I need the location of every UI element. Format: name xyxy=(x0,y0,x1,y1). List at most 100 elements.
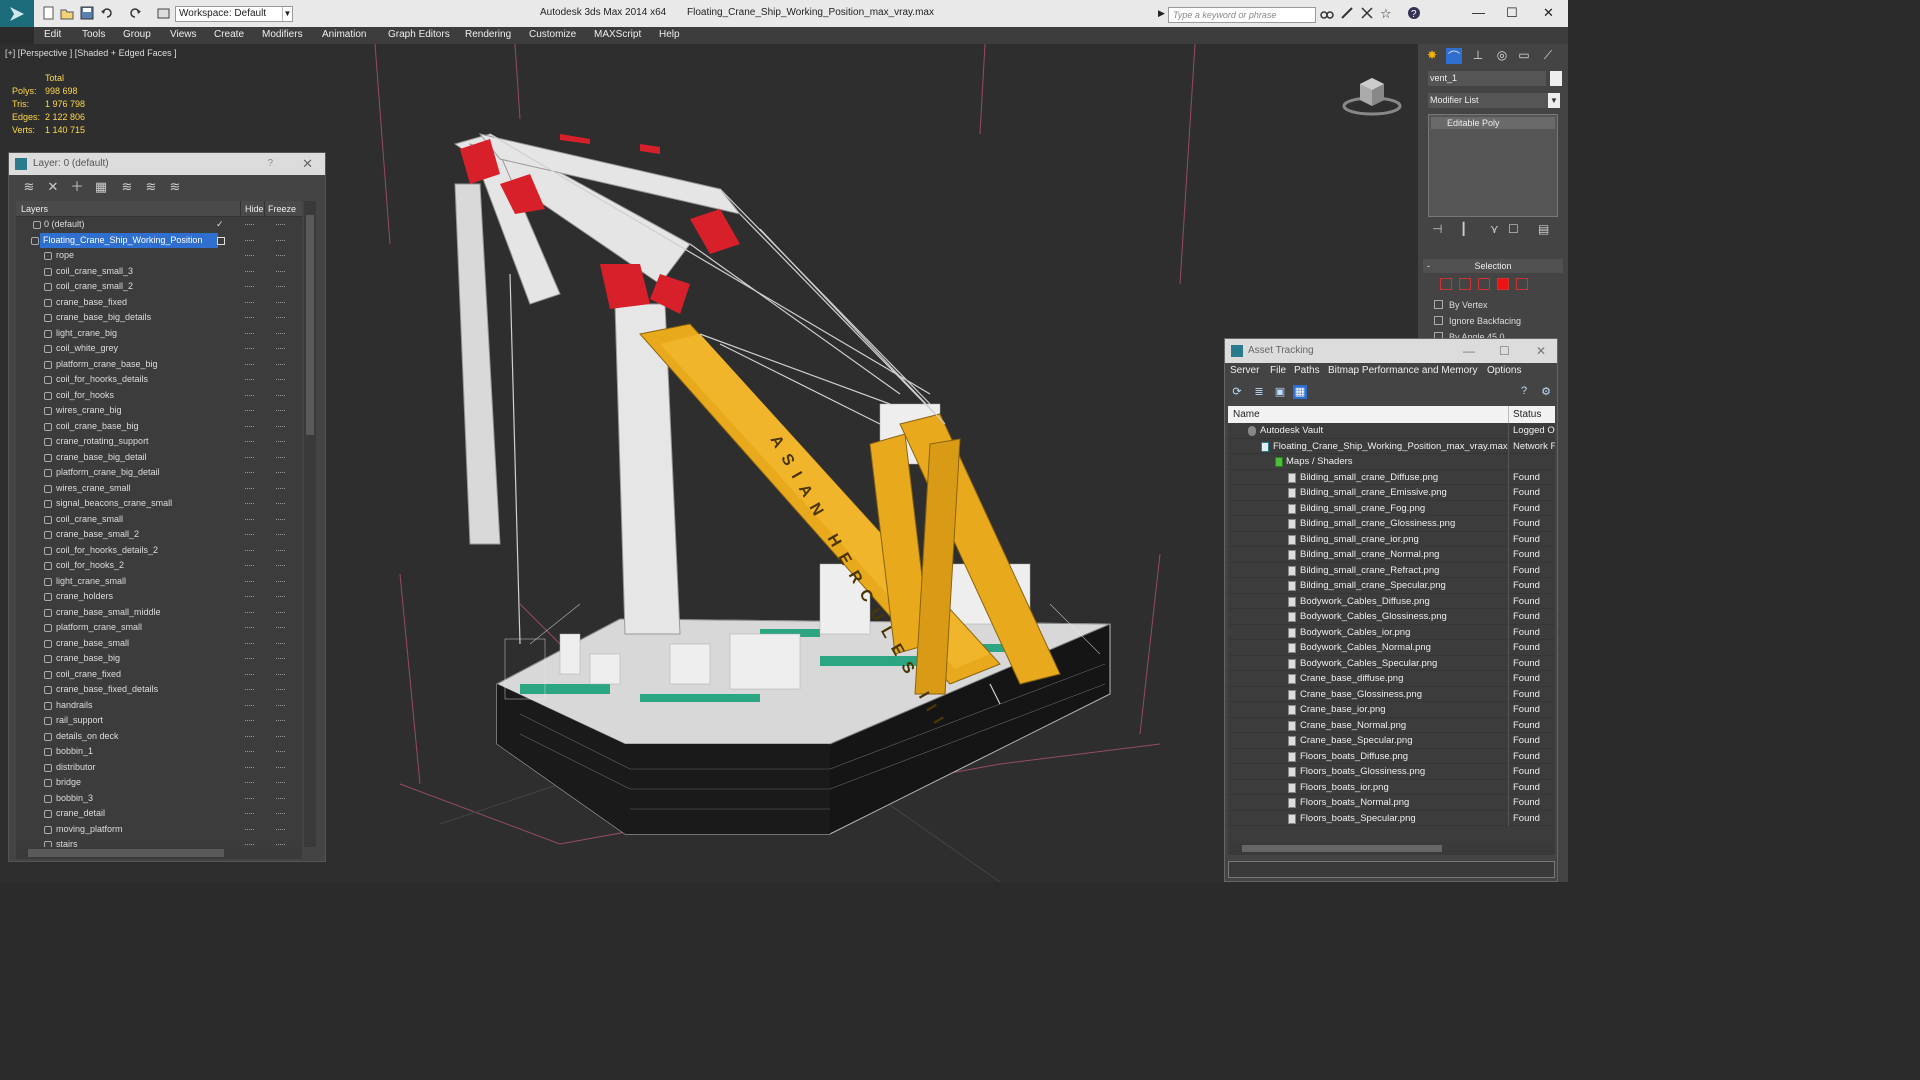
hide-toggle[interactable] xyxy=(245,782,254,783)
menu-create[interactable]: Create xyxy=(214,29,244,40)
layer-object-row[interactable]: details_on deck xyxy=(16,729,302,745)
object-color-swatch[interactable] xyxy=(1550,71,1562,86)
layer-object-row[interactable]: rail_support xyxy=(16,713,302,729)
modifier-list-dropdown[interactable]: Modifier List ▼ xyxy=(1428,93,1560,108)
hide-toggle[interactable] xyxy=(245,735,254,737)
freeze-toggle[interactable] xyxy=(276,689,285,690)
add-to-layer-icon[interactable]: ＋ xyxy=(69,179,85,195)
hide-toggle[interactable] xyxy=(245,379,254,380)
col-layers[interactable]: Layers xyxy=(21,201,48,217)
hide-toggle[interactable] xyxy=(245,627,254,628)
freeze-toggle[interactable] xyxy=(276,363,285,365)
element-icon[interactable] xyxy=(1516,278,1528,290)
layer-row-selected[interactable]: Floating_Crane_Ship_Working_Position xyxy=(16,232,302,249)
layer-object-row[interactable]: coil_for_hoorks_details_2 xyxy=(16,543,302,559)
freeze-toggle[interactable] xyxy=(276,565,285,566)
border-icon[interactable] xyxy=(1478,278,1490,290)
layer-object-row[interactable]: wires_crane_small xyxy=(16,481,302,497)
asset-row-map[interactable]: Bilding_small_crane_Glossiness.png Found xyxy=(1228,516,1555,532)
asset-row-map[interactable]: Bilding_small_crane_Specular.png Found xyxy=(1228,578,1555,594)
hide-toggle[interactable] xyxy=(245,348,254,349)
freeze-toggle[interactable] xyxy=(276,627,285,628)
layer-object-row[interactable]: crane_detail xyxy=(16,806,302,822)
ignore-backfacing-checkbox[interactable]: Ignore Backfacing xyxy=(1434,316,1521,326)
hide-toggle[interactable] xyxy=(245,472,254,473)
list-view-icon[interactable]: ≣ xyxy=(1252,385,1266,399)
remove-modifier-icon[interactable]: ☐ xyxy=(1508,222,1519,236)
menu-maxscript[interactable]: MAXScript xyxy=(594,29,641,40)
freeze-toggle[interactable] xyxy=(276,441,285,442)
communication-center-icon[interactable] xyxy=(1360,6,1374,20)
open-file-icon[interactable] xyxy=(60,6,74,20)
menu-rendering[interactable]: Rendering xyxy=(465,29,511,40)
layer-object-row[interactable]: signal_beacons_crane_small xyxy=(16,496,302,512)
by-vertex-checkbox[interactable]: By Vertex xyxy=(1434,300,1488,310)
asset-row-map[interactable]: Bodywork_Cables_Glossiness.png Found xyxy=(1228,609,1555,625)
freeze-toggle[interactable] xyxy=(276,611,285,613)
viewport-label[interactable]: [+] [Perspective ] [Shaded + Edged Faces… xyxy=(5,48,177,58)
delete-layer-icon[interactable]: ✕ xyxy=(45,179,61,195)
freeze-toggle[interactable] xyxy=(276,673,285,675)
layer-object-row[interactable]: crane_base_fixed_details xyxy=(16,682,302,698)
make-unique-icon[interactable]: ⋎ xyxy=(1490,222,1499,236)
asset-row-map[interactable]: Crane_base_diffuse.png Found xyxy=(1228,671,1555,687)
menu-modifiers[interactable]: Modifiers xyxy=(262,29,303,40)
layer-object-row[interactable]: coil_for_hoorks_details xyxy=(16,372,302,388)
layer-object-row[interactable]: crane_holders xyxy=(16,589,302,605)
workspace-dropdown[interactable]: Workspace: Default ▼ xyxy=(175,6,293,22)
hide-toggle[interactable] xyxy=(245,642,254,644)
freeze-toggle[interactable] xyxy=(276,735,285,737)
minimize-button[interactable]: — xyxy=(1463,339,1475,363)
asset-row-map[interactable]: Crane_base_Specular.png Found xyxy=(1228,733,1555,749)
hide-toggle[interactable] xyxy=(245,797,254,799)
configure-sets-icon[interactable]: ▤ xyxy=(1538,222,1549,236)
select-objects-icon[interactable]: ▦ xyxy=(93,179,109,195)
binoculars-icon[interactable] xyxy=(1320,6,1334,20)
layer-object-row[interactable]: stairs xyxy=(16,837,302,847)
search-input[interactable]: Type a keyword or phrase xyxy=(1168,7,1316,23)
hide-toggle[interactable] xyxy=(245,813,254,814)
freeze-toggle[interactable] xyxy=(276,813,285,814)
layer-object-row[interactable]: coil_for_hooks_2 xyxy=(16,558,302,574)
close-button[interactable]: ✕ xyxy=(1543,5,1554,21)
help-button[interactable]: ? xyxy=(267,153,273,175)
freeze-toggle[interactable] xyxy=(276,503,285,504)
menu-help[interactable]: Help xyxy=(659,29,680,40)
hide-toggle[interactable] xyxy=(245,844,254,845)
help-icon[interactable]: ? xyxy=(1407,6,1421,20)
layer-object-row[interactable]: handrails xyxy=(16,698,302,714)
freeze-toggle[interactable] xyxy=(276,425,285,427)
scroll-thumb[interactable] xyxy=(306,215,314,435)
hide-toggle[interactable] xyxy=(245,565,254,566)
freeze-toggle[interactable] xyxy=(276,270,285,272)
hide-toggle[interactable] xyxy=(245,689,254,690)
col-name[interactable]: Name xyxy=(1233,406,1260,423)
col-hide[interactable]: Hide xyxy=(240,201,264,217)
save-file-icon[interactable] xyxy=(80,6,94,20)
hide-toggle[interactable] xyxy=(245,301,254,303)
hide-toggle[interactable] xyxy=(245,673,254,675)
freeze-toggle[interactable] xyxy=(276,472,285,473)
edge-icon[interactable] xyxy=(1459,278,1471,290)
asset-row-maps-folder[interactable]: Maps / Shaders xyxy=(1228,454,1555,470)
layer-object-row[interactable]: coil_crane_small_2 xyxy=(16,279,302,295)
layer-object-row[interactable]: wires_crane_big xyxy=(16,403,302,419)
hide-toggle[interactable] xyxy=(245,720,254,721)
asset-row-map[interactable]: Bodywork_Cables_ior.png Found xyxy=(1228,624,1555,640)
hide-toggle[interactable] xyxy=(245,441,254,442)
freeze-toggle[interactable] xyxy=(276,255,285,256)
selection-rollout[interactable]: - Selection xyxy=(1423,259,1563,273)
minimize-button[interactable]: — xyxy=(1472,5,1485,20)
layer-object-row[interactable]: coil_crane_small_3 xyxy=(16,264,302,280)
hide-toggle[interactable] xyxy=(245,658,254,659)
favorites-star-icon[interactable]: ☆ xyxy=(1380,6,1394,21)
freeze-toggle[interactable] xyxy=(276,642,285,644)
freeze-toggle[interactable] xyxy=(276,456,285,458)
asset-tracking-titlebar[interactable]: Asset Tracking — ☐ ✕ xyxy=(1225,339,1557,363)
freeze-toggle[interactable] xyxy=(276,224,285,225)
asset-row-map[interactable]: Floors_boats_ior.png Found xyxy=(1228,779,1555,795)
undo-icon[interactable] xyxy=(100,6,114,20)
stack-item-editable-poly[interactable]: Editable Poly xyxy=(1431,117,1555,129)
hide-toggle[interactable] xyxy=(245,332,254,334)
menu-server[interactable]: Server xyxy=(1230,365,1259,376)
